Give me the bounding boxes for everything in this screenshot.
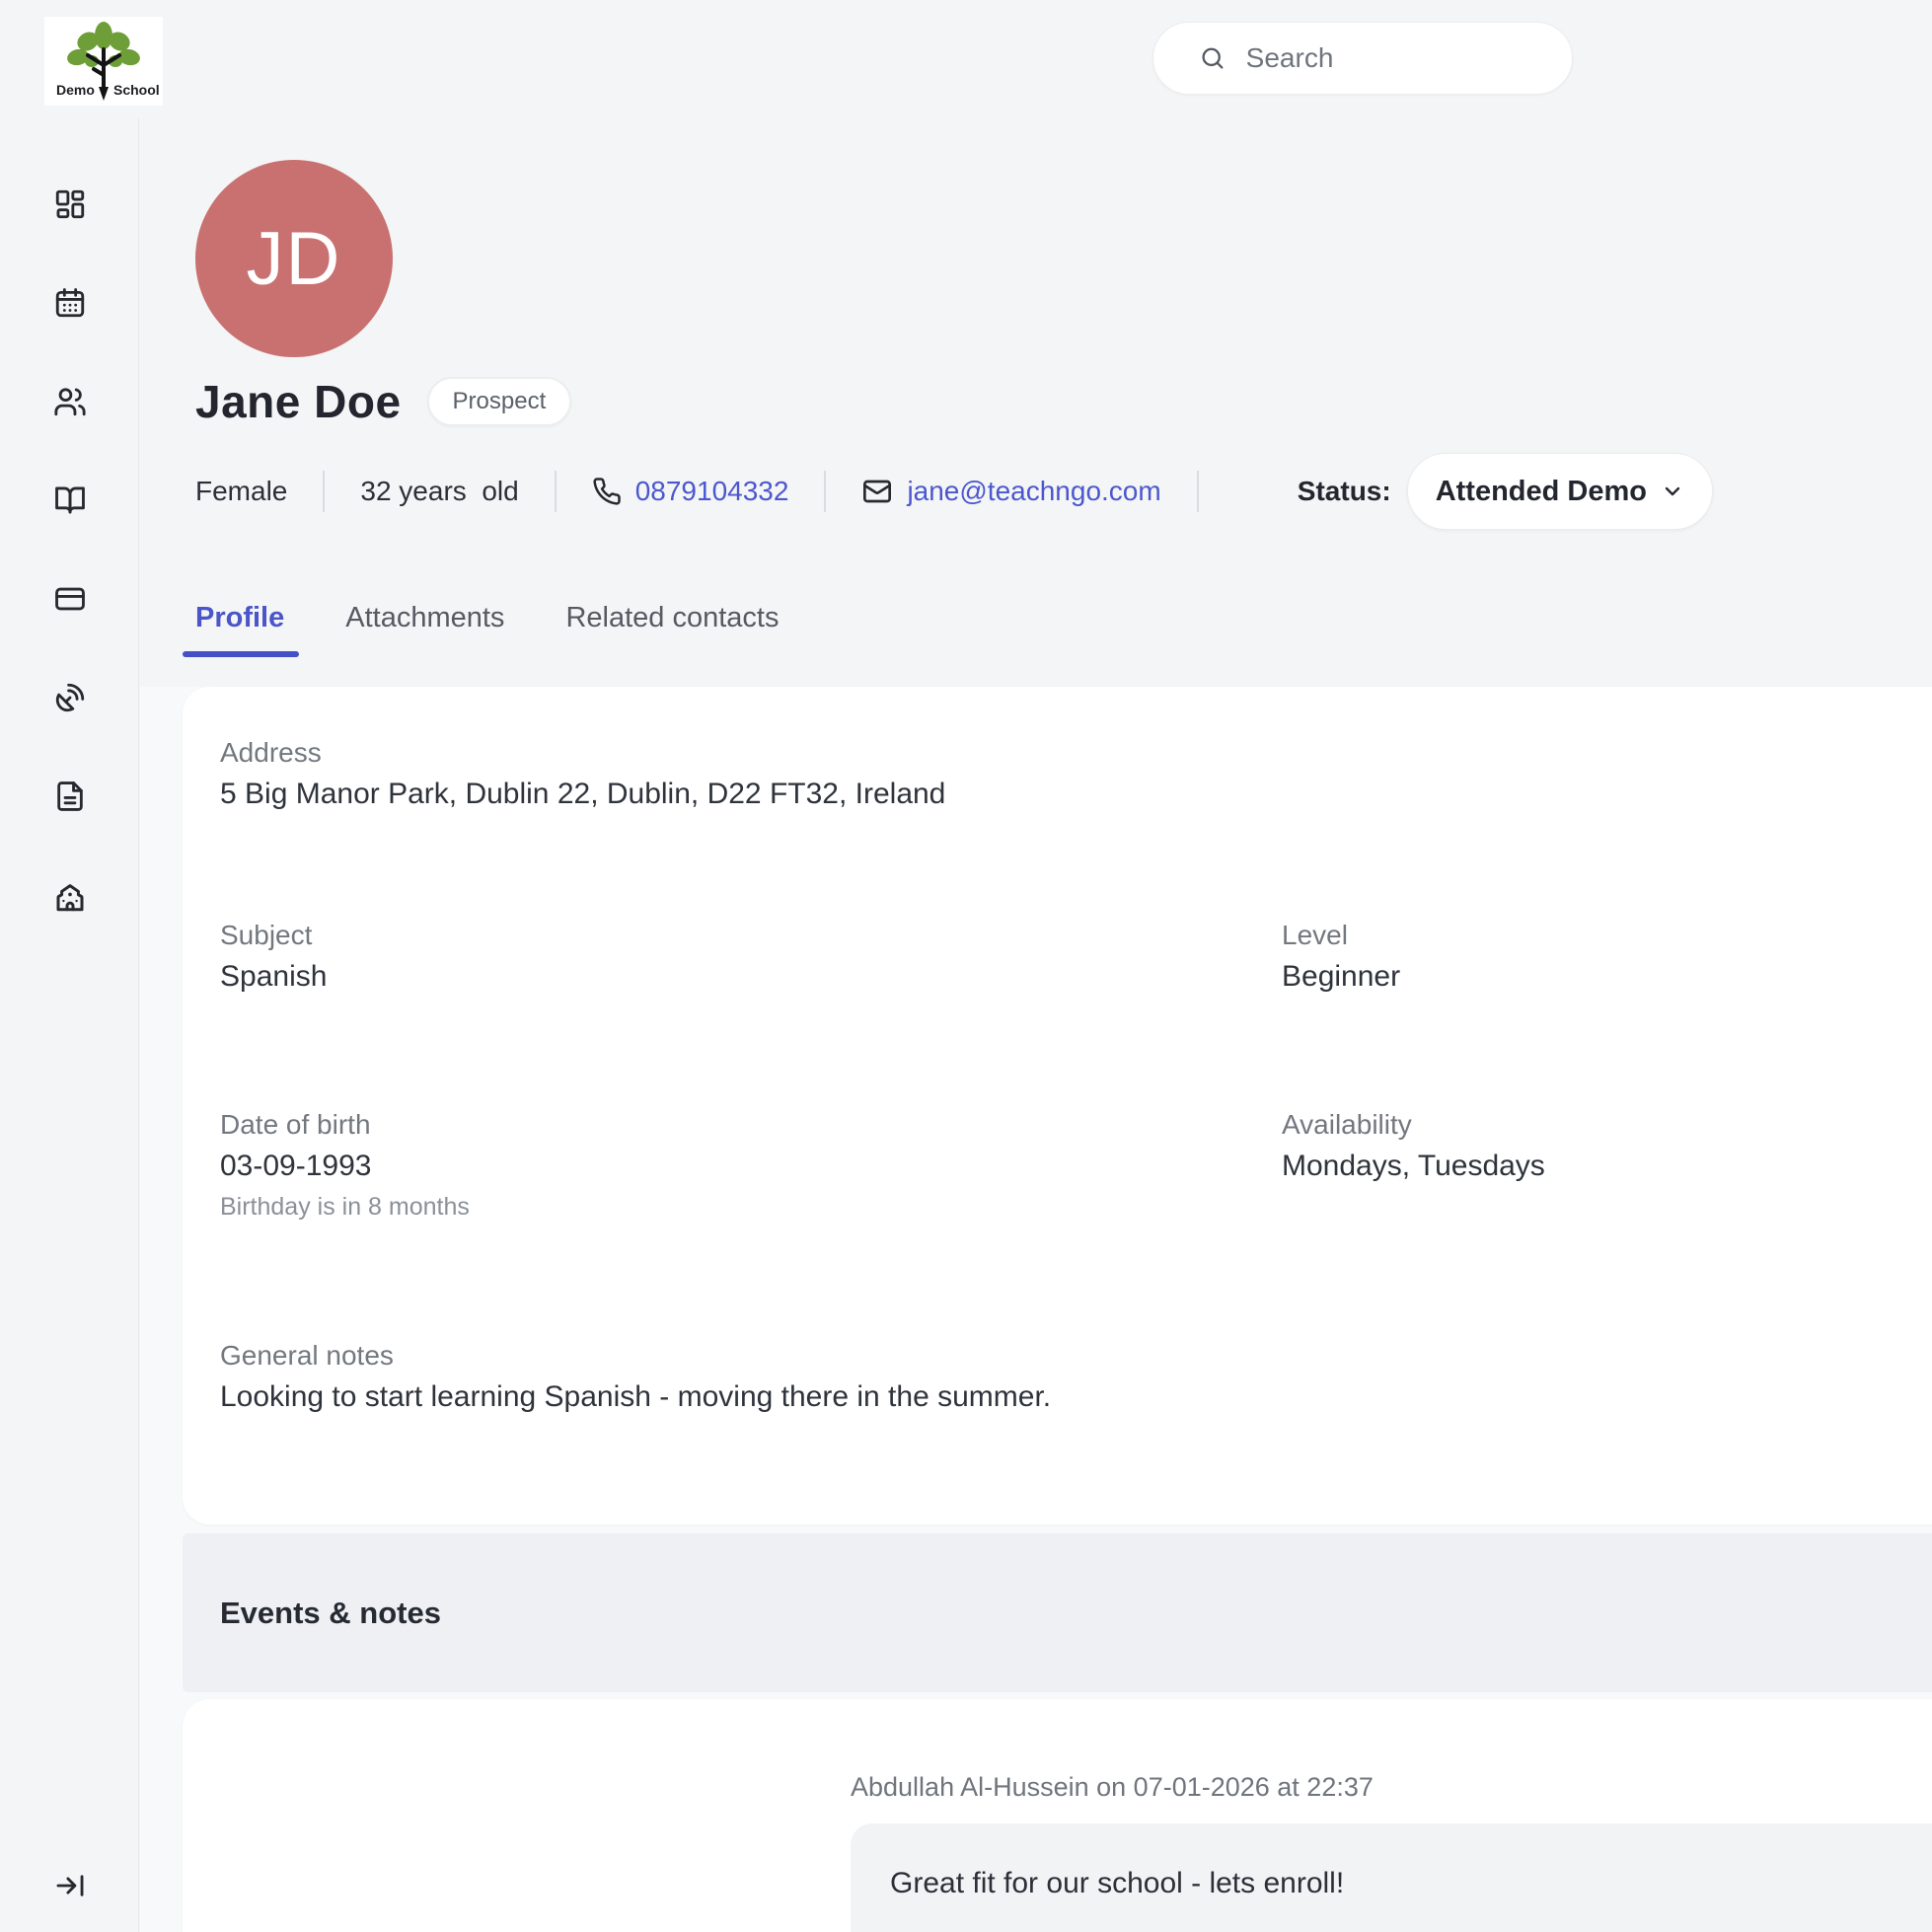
credit-card-icon xyxy=(53,582,87,616)
level-value: Beginner xyxy=(1282,960,1400,994)
address-field: Address 5 Big Manor Park, Dublin 22, Dub… xyxy=(220,737,945,811)
availability-label: Availability xyxy=(1282,1109,1545,1141)
note-text: Great fit for our school - lets enroll! xyxy=(890,1867,1932,1900)
tree-logo-icon: Demo School xyxy=(48,20,159,103)
availability-field: Availability Mondays, Tuesdays xyxy=(1282,1109,1545,1183)
dob-value: 03-09-1993 xyxy=(220,1150,470,1183)
age-value: 32 years old xyxy=(360,476,518,507)
search-bar[interactable] xyxy=(1152,22,1573,95)
tab-attachments[interactable]: Attachments xyxy=(345,602,504,634)
sidebar-item-contacts[interactable] xyxy=(48,380,92,423)
logo-word-right: School xyxy=(113,82,159,98)
avatar: JD xyxy=(195,160,393,357)
top-bar: Demo School xyxy=(0,0,1932,118)
dob-note: Birthday is in 8 months xyxy=(220,1193,470,1222)
email-link[interactable]: jane@teachngo.com xyxy=(907,476,1160,507)
page-title: Jane Doe xyxy=(195,375,402,428)
divider xyxy=(323,471,325,512)
address-value: 5 Big Manor Park, Dublin 22, Dublin, D22… xyxy=(220,778,945,811)
address-label: Address xyxy=(220,737,945,769)
sidebar-item-calendar[interactable] xyxy=(48,281,92,325)
tab-related-contacts[interactable]: Related contacts xyxy=(565,602,779,634)
sidebar-item-courses[interactable] xyxy=(48,479,92,522)
availability-value: Mondays, Tuesdays xyxy=(1282,1150,1545,1183)
note-bubble: Great fit for our school - lets enroll! xyxy=(851,1823,1932,1932)
divider xyxy=(824,471,826,512)
divider xyxy=(555,471,557,512)
search-input[interactable] xyxy=(1246,42,1546,74)
subject-value: Spanish xyxy=(220,960,327,994)
phone-link[interactable]: 0879104332 xyxy=(635,476,789,507)
school-logo: Demo School xyxy=(44,17,163,106)
sidebar-item-documents[interactable] xyxy=(48,775,92,818)
mail-icon xyxy=(861,476,893,507)
status-dropdown[interactable]: Attended Demo xyxy=(1407,453,1713,530)
arrow-right-to-line-icon xyxy=(53,1869,87,1902)
phone-icon xyxy=(592,477,622,506)
events-notes-header: Events & notes xyxy=(183,1533,1932,1692)
dob-label: Date of birth xyxy=(220,1109,470,1141)
status-label: Status: xyxy=(1298,476,1391,507)
sidebar-item-marketing[interactable] xyxy=(48,676,92,719)
profile-card: Address 5 Big Manor Park, Dublin 22, Dub… xyxy=(183,687,1932,1524)
calendar-icon xyxy=(53,286,87,320)
active-tab-underline xyxy=(183,651,299,657)
name-row: Jane Doe Prospect xyxy=(195,375,571,428)
school-icon xyxy=(52,879,88,915)
avatar-initials: JD xyxy=(247,216,342,302)
search-icon xyxy=(1199,42,1226,74)
status-dropdown-value: Attended Demo xyxy=(1436,476,1647,508)
tab-bar: Profile Attachments Related contacts xyxy=(195,602,779,634)
logo-word-left: Demo xyxy=(56,82,95,98)
level-field: Level Beginner xyxy=(1282,920,1400,994)
note-author-line: Abdullah Al-Hussein on 07-01-2026 at 22:… xyxy=(851,1772,1374,1803)
level-label: Level xyxy=(1282,920,1400,951)
tab-profile[interactable]: Profile xyxy=(195,602,284,634)
sidebar-item-dashboard[interactable] xyxy=(48,183,92,226)
divider xyxy=(1197,471,1199,512)
file-text-icon xyxy=(53,780,87,813)
chevron-down-icon xyxy=(1661,480,1684,503)
subject-field: Subject Spanish xyxy=(220,920,327,994)
gender-value: Female xyxy=(195,476,287,507)
users-icon xyxy=(53,385,87,418)
events-notes-heading: Events & notes xyxy=(220,1596,441,1631)
general-notes-field: General notes Looking to start learning … xyxy=(220,1340,1051,1414)
book-open-icon xyxy=(53,483,87,517)
sidebar-item-payments[interactable] xyxy=(48,577,92,621)
email-group: jane@teachngo.com xyxy=(861,476,1160,507)
subject-label: Subject xyxy=(220,920,327,951)
general-notes-label: General notes xyxy=(220,1340,1051,1372)
contact-details-row: Female 32 years old 0879104332 jane@teac… xyxy=(195,449,1932,534)
status-badge: Prospect xyxy=(427,377,572,426)
satellite-dish-icon xyxy=(53,681,87,714)
sidebar-collapse-button[interactable] xyxy=(48,1864,92,1907)
status-group: Status: Attended Demo xyxy=(1298,453,1713,530)
dob-field: Date of birth 03-09-1993 Birthday is in … xyxy=(220,1109,470,1222)
dashboard-icon xyxy=(53,187,87,221)
sidebar-item-school[interactable] xyxy=(48,875,92,919)
phone-group: 0879104332 xyxy=(592,476,789,507)
sidebar xyxy=(0,118,139,1932)
general-notes-value: Looking to start learning Spanish - movi… xyxy=(220,1380,1051,1414)
